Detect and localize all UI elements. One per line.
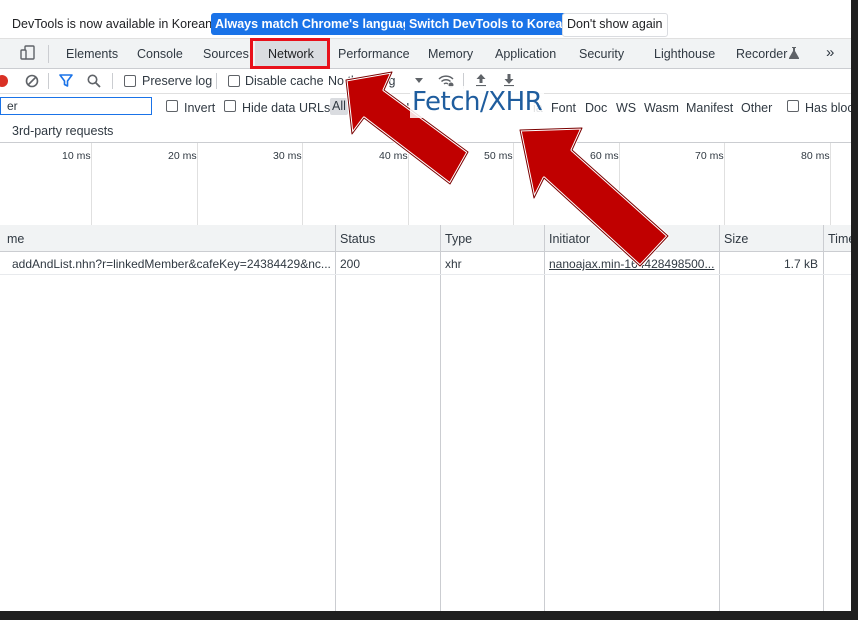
devtools-window: DevTools is now available in Korean! Alw… — [0, 0, 851, 611]
arrow-to-fetch-xhr-filter — [518, 126, 670, 268]
fetch-xhr-annotation-label: Fetch/XHR — [410, 86, 545, 118]
